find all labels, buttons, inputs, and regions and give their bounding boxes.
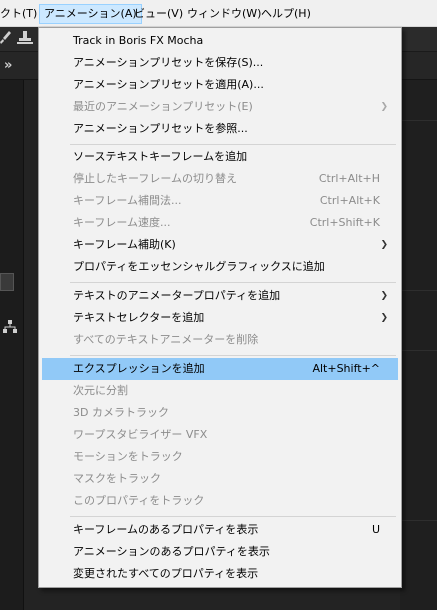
- menu-separator: [70, 282, 396, 283]
- menu-item-label: アニメーションプリセットを適用(A)...: [73, 78, 264, 91]
- menu-item-reveal-animated-properties[interactable]: アニメーションのあるプロパティを表示: [42, 541, 398, 563]
- menu-item-3d-camera-tracker: 3D カメラトラック: [42, 402, 398, 424]
- divider: [400, 350, 437, 351]
- menu-item-track-motion: モーションをトラック: [42, 446, 398, 468]
- menu-item-label: テキストセレクターを追加: [73, 311, 205, 324]
- menu-item-label: キーフレームのあるプロパティを表示: [73, 523, 259, 536]
- brush-icon[interactable]: [0, 30, 12, 51]
- menu-item-label: ワープスタビライザー VFX: [73, 428, 208, 441]
- chevron-right-icon: ❯: [380, 291, 388, 301]
- menu-item-add-source-text-keyframe[interactable]: ソーステキストキーフレームを追加: [42, 146, 398, 168]
- menu-item-label: アニメーションプリセットを参照...: [73, 122, 248, 135]
- divider: [400, 520, 437, 521]
- menu-item-keyframe-velocity: キーフレーム速度... Ctrl+Shift+K: [42, 212, 398, 234]
- animation-menu: Track in Boris FX Mocha アニメーションプリセットを保存(…: [38, 27, 402, 588]
- menu-item-shortcut: Alt+Shift+^: [312, 362, 380, 375]
- menu-item-add-text-selector[interactable]: テキストセレクターを追加 ❯: [42, 307, 398, 329]
- chevron-right-icon: ❯: [380, 102, 388, 112]
- divider: [400, 120, 437, 121]
- menubar-item-edit[interactable]: クト(T): [0, 4, 41, 24]
- panel-swatch[interactable]: [0, 273, 14, 291]
- menu-item-track-in-mocha[interactable]: Track in Boris FX Mocha: [42, 30, 398, 52]
- menu-item-add-to-essential-graphics[interactable]: プロパティをエッセンシャルグラフィックスに追加: [42, 256, 398, 278]
- menu-item-save-preset[interactable]: アニメーションプリセットを保存(S)...: [42, 52, 398, 74]
- menu-item-add-expression[interactable]: エクスプレッションを追加 Alt+Shift+^: [42, 358, 398, 380]
- menubar-item-animation[interactable]: アニメーション(A): [39, 4, 142, 24]
- menu-item-label: アニメーションのあるプロパティを表示: [73, 545, 270, 558]
- menu-item-keyframe-interpolation: キーフレーム補間法... Ctrl+Alt+K: [42, 190, 398, 212]
- app-window: クト(T) アニメーション(A) ビュー(V) ウィンドウ(W) ヘルプ(H) …: [0, 0, 437, 610]
- menu-item-recent-presets: 最近のアニメーションプリセット(E) ❯: [42, 96, 398, 118]
- menu-item-label: 3D カメラトラック: [73, 406, 169, 419]
- menu-item-label: 最近のアニメーションプリセット(E): [73, 100, 253, 113]
- menubar-item-window[interactable]: ウィンドウ(W): [183, 4, 265, 24]
- menu-separator: [70, 355, 396, 356]
- stamp-icon[interactable]: [16, 30, 34, 51]
- menu-item-label: キーフレーム補助(K): [73, 238, 176, 251]
- chevron-right-icon: ❯: [380, 313, 388, 323]
- menu-item-separate-dimensions: 次元に分割: [42, 380, 398, 402]
- menu-item-warp-stabilizer: ワープスタビライザー VFX: [42, 424, 398, 446]
- menubar: クト(T) アニメーション(A) ビュー(V) ウィンドウ(W) ヘルプ(H): [0, 0, 437, 27]
- menu-item-shortcut: Ctrl+Shift+K: [309, 216, 380, 229]
- menu-item-add-text-animator[interactable]: テキストのアニメータープロパティを追加 ❯: [42, 285, 398, 307]
- left-panel: [0, 80, 24, 610]
- menu-item-track-this-property: このプロパティをトラック: [42, 490, 398, 512]
- menu-item-shortcut: Ctrl+Alt+H: [318, 172, 380, 185]
- menu-item-label: マスクをトラック: [73, 472, 161, 485]
- menu-item-label: ソーステキストキーフレームを追加: [73, 150, 248, 163]
- double-chevron-right-icon[interactable]: »: [4, 58, 12, 73]
- menu-item-label: アニメーションプリセットを保存(S)...: [73, 56, 264, 69]
- network-icon[interactable]: [3, 320, 17, 337]
- menu-separator: [70, 516, 396, 517]
- divider: [400, 290, 437, 291]
- menubar-item-view[interactable]: ビュー(V): [130, 4, 187, 24]
- menu-item-label: このプロパティをトラック: [73, 494, 205, 507]
- menu-item-shortcut: Ctrl+Alt+K: [319, 194, 380, 207]
- menu-item-label: Track in Boris FX Mocha: [73, 34, 204, 47]
- menu-item-label: プロパティをエッセンシャルグラフィックスに追加: [73, 260, 325, 273]
- menu-item-label: キーフレーム補間法...: [73, 194, 182, 207]
- menu-item-reveal-keyframed-properties[interactable]: キーフレームのあるプロパティを表示 U: [42, 519, 398, 541]
- menu-separator: [70, 144, 396, 145]
- menu-item-label: エクスプレッションを追加: [73, 362, 205, 375]
- menu-item-toggle-hold-keyframe: 停止したキーフレームの切り替え Ctrl+Alt+H: [42, 168, 398, 190]
- menu-item-keyframe-assistant[interactable]: キーフレーム補助(K) ❯: [42, 234, 398, 256]
- menubar-item-help[interactable]: ヘルプ(H): [257, 4, 315, 24]
- menu-item-label: モーションをトラック: [73, 450, 183, 463]
- menu-item-label: 停止したキーフレームの切り替え: [73, 172, 238, 185]
- menu-item-browse-presets[interactable]: アニメーションプリセットを参照...: [42, 118, 398, 140]
- menu-item-label: キーフレーム速度...: [73, 216, 171, 229]
- menu-item-label: すべてのテキストアニメーターを削除: [73, 333, 259, 346]
- menu-item-remove-text-animators: すべてのテキストアニメーターを削除: [42, 329, 398, 351]
- chevron-right-icon: ❯: [380, 240, 388, 250]
- menu-item-track-mask: マスクをトラック: [42, 468, 398, 490]
- menu-item-shortcut: U: [371, 523, 380, 536]
- menu-item-label: 変更されたすべてのプロパティを表示: [73, 567, 259, 580]
- right-panel: [400, 80, 437, 610]
- menu-item-apply-preset[interactable]: アニメーションプリセットを適用(A)...: [42, 74, 398, 96]
- menu-item-label: 次元に分割: [73, 384, 128, 397]
- menu-item-reveal-modified-properties[interactable]: 変更されたすべてのプロパティを表示: [42, 563, 398, 585]
- menu-item-label: テキストのアニメータープロパティを追加: [73, 289, 281, 302]
